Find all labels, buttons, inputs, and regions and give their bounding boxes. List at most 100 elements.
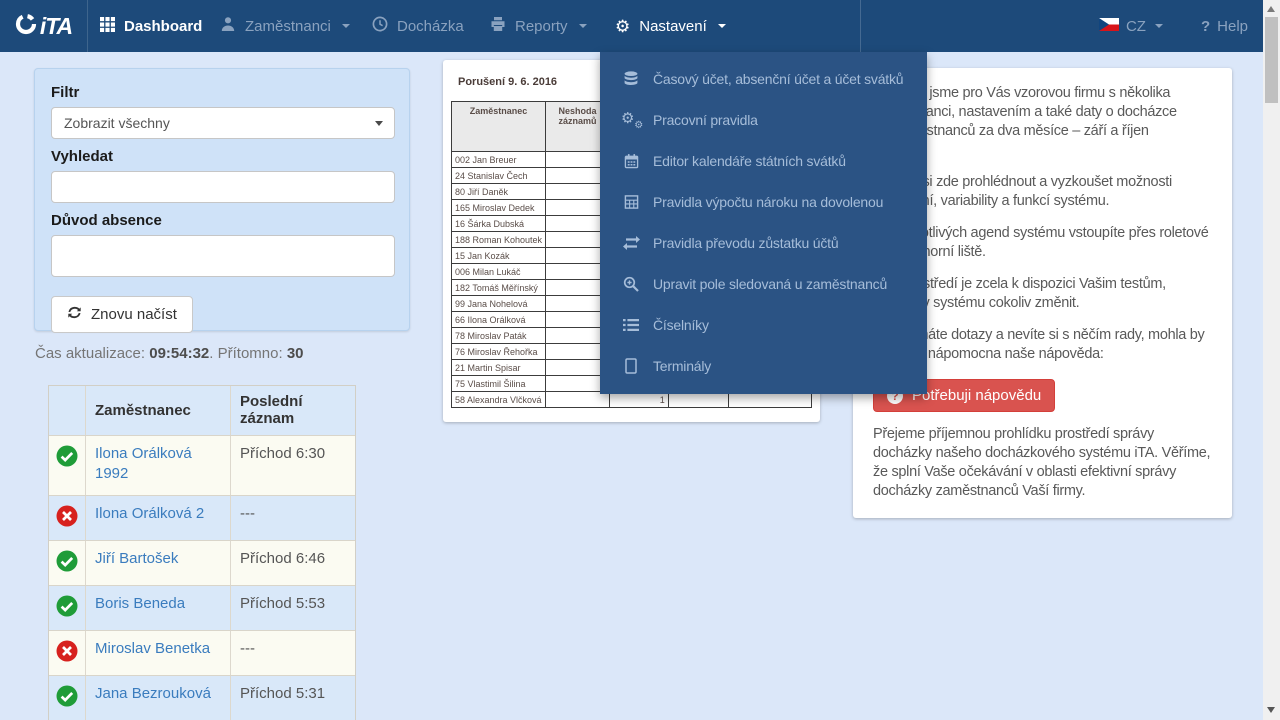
- menu-item-label: Časový účet, absenční účet a účet svátků: [653, 70, 904, 87]
- navbar-right: CZ ? Help: [1098, 0, 1248, 52]
- table-icon: [620, 194, 642, 210]
- table-row: Ilona Orálková 2 ---: [49, 496, 355, 541]
- table-row: Miroslav Benetka ---: [49, 631, 355, 676]
- nav-item-dochazka[interactable]: Docházka: [372, 0, 464, 52]
- last-record-column-header: Poslední záznam: [240, 393, 303, 427]
- employee-link[interactable]: Ilona Orálková 1992: [95, 444, 221, 484]
- reload-button[interactable]: Znovu načíst: [51, 296, 193, 333]
- help-label: Help: [1217, 17, 1248, 35]
- nav-item-label: Reporty: [515, 17, 568, 35]
- menu-item-ciselniky[interactable]: Číselníky: [600, 304, 927, 345]
- table-row: Boris Beneda Příchod 5:53: [49, 586, 355, 631]
- app-logo[interactable]: iTA: [0, 0, 88, 52]
- navbar-divider: [860, 0, 861, 52]
- help-link[interactable]: ? Help: [1201, 18, 1248, 35]
- status-line: Čas aktualizace: 09:54:32. Přítomno: 30: [35, 345, 304, 362]
- filter-label: Filtr: [51, 84, 80, 101]
- search-label: Vyhledat: [51, 148, 113, 165]
- status-cell: [49, 436, 86, 495]
- last-record: Příchod 6:46: [240, 550, 326, 567]
- last-record: Příchod 5:31: [240, 685, 326, 702]
- check-circle-icon: [56, 550, 78, 577]
- scrollbar-thumb[interactable]: [1265, 17, 1278, 103]
- search-input[interactable]: [51, 171, 395, 203]
- status-column-header: [49, 386, 86, 435]
- nav-item-label: Zaměstnanci: [245, 17, 331, 35]
- filter-panel: Filtr Zobrazit všechny Vyhledat Důvod ab…: [34, 68, 410, 333]
- employee-link[interactable]: Ilona Orálková 2: [95, 504, 204, 524]
- present-count: 30: [286, 345, 304, 362]
- status-cell: [49, 586, 86, 630]
- menu-item-terminaly[interactable]: Terminály: [600, 345, 927, 386]
- language-code: CZ: [1125, 17, 1146, 35]
- menu-item-label: Editor kalendáře státních svátků: [653, 152, 846, 169]
- menu-item-pravidla-prevodu[interactable]: Pravidla převodu zůstatku účtů: [600, 222, 927, 263]
- check-circle-icon: [56, 595, 78, 622]
- employees-table: Zaměstnanec Poslední záznam Ilona Orálko…: [48, 385, 356, 720]
- language-selector[interactable]: CZ: [1098, 17, 1163, 35]
- calendar-icon: [620, 153, 642, 169]
- table-row: Jiří Bartošek Příchod 6:46: [49, 541, 355, 586]
- list-icon: [620, 318, 642, 332]
- nav-item-label: Docházka: [397, 17, 464, 35]
- table-header-row: Zaměstnanec Poslední záznam: [49, 386, 355, 436]
- clock-icon: [372, 16, 388, 36]
- nav-item-reporty[interactable]: Reporty: [490, 0, 587, 52]
- scroll-up-arrow-icon[interactable]: [1267, 6, 1275, 12]
- chevron-down-icon: [375, 121, 383, 126]
- need-help-button-label: Potřebuji nápovědu: [912, 387, 1042, 404]
- top-navbar: iTA Dashboard Zaměstnanci Docházka Repor…: [0, 0, 1280, 52]
- employee-link[interactable]: Miroslav Benetka: [95, 639, 210, 659]
- menu-item-label: Pravidla výpočtu nároku na dovolenou: [653, 193, 884, 210]
- search-plus-icon: [620, 276, 642, 292]
- vertical-scrollbar[interactable]: [1263, 0, 1280, 720]
- menu-item-label: Číselníky: [653, 316, 709, 333]
- menu-item-upravit-pole[interactable]: Upravit pole sledovaná u zaměstnanců: [600, 263, 927, 304]
- menu-item-casovy-ucet[interactable]: Časový účet, absenční účet a účet svátků: [600, 58, 927, 99]
- update-time-label: Čas aktualizace:: [35, 345, 146, 362]
- status-cell: [49, 496, 86, 540]
- menu-item-pravidla-vypoctu[interactable]: Pravidla výpočtu nároku na dovolenou: [600, 181, 927, 222]
- last-record: Příchod 6:30: [240, 445, 326, 462]
- nav-item-zamestnanci[interactable]: Zaměstnanci: [220, 0, 350, 52]
- menu-item-label: Pravidla převodu zůstatku účtů: [653, 234, 839, 251]
- table-row: Jana Bezrouková Příchod 5:31: [49, 676, 355, 720]
- menu-item-pracovni-pravidla[interactable]: ⚙ ⚙ Pracovní pravidla: [600, 99, 927, 140]
- present-label: . Přítomno:: [209, 345, 283, 362]
- brand-text: iTA: [39, 12, 73, 39]
- last-record: ---: [240, 640, 255, 657]
- filter-select[interactable]: Zobrazit všechny: [51, 107, 395, 139]
- info-closing-paragraph: Přejeme příjemnou prohlídku prostředí sp…: [873, 426, 1211, 499]
- scroll-down-arrow-icon[interactable]: [1267, 707, 1275, 713]
- check-circle-icon: [56, 445, 78, 472]
- settings-dropdown-menu: Časový účet, absenční účet a účet svátků…: [600, 52, 927, 394]
- menu-item-label: Upravit pole sledovaná u zaměstnanců: [653, 275, 888, 292]
- exchange-icon: [620, 235, 642, 250]
- violations-col-zamestnanec: Zaměstnanec: [450, 101, 547, 152]
- employee-column-header: Zaměstnanec: [86, 386, 231, 435]
- nav-item-dashboard[interactable]: Dashboard: [100, 0, 202, 52]
- terminal-icon: [620, 357, 642, 374]
- czech-flag-icon: [1098, 17, 1119, 35]
- times-circle-icon: [56, 505, 78, 532]
- employee-link[interactable]: Boris Beneda: [95, 594, 185, 614]
- status-cell: [49, 676, 86, 720]
- status-cell: [49, 541, 86, 585]
- employee-link[interactable]: Jiří Bartošek: [95, 549, 178, 569]
- reload-button-label: Znovu načíst: [91, 306, 177, 323]
- menu-item-editor-kalendare[interactable]: Editor kalendáře státních svátků: [600, 140, 927, 181]
- times-circle-icon: [56, 640, 78, 667]
- database-icon: [620, 70, 642, 87]
- filter-select-value: Zobrazit všechny: [64, 115, 170, 131]
- menu-item-label: Pracovní pravidla: [653, 111, 758, 128]
- chevron-down-icon: [717, 24, 726, 28]
- absence-reason-input[interactable]: [51, 235, 395, 277]
- employee-link[interactable]: Jana Bezrouková: [95, 684, 211, 704]
- update-time-value: 09:54:32: [149, 345, 210, 362]
- nav-item-nastaveni[interactable]: ⚙ Nastavení: [615, 0, 726, 52]
- table-row: Ilona Orálková 1992 Příchod 6:30: [49, 436, 355, 496]
- question-icon: ?: [1200, 17, 1211, 35]
- nav-item-label: Dashboard: [124, 17, 203, 35]
- chevron-down-icon: [341, 24, 350, 28]
- chevron-down-icon: [578, 24, 587, 28]
